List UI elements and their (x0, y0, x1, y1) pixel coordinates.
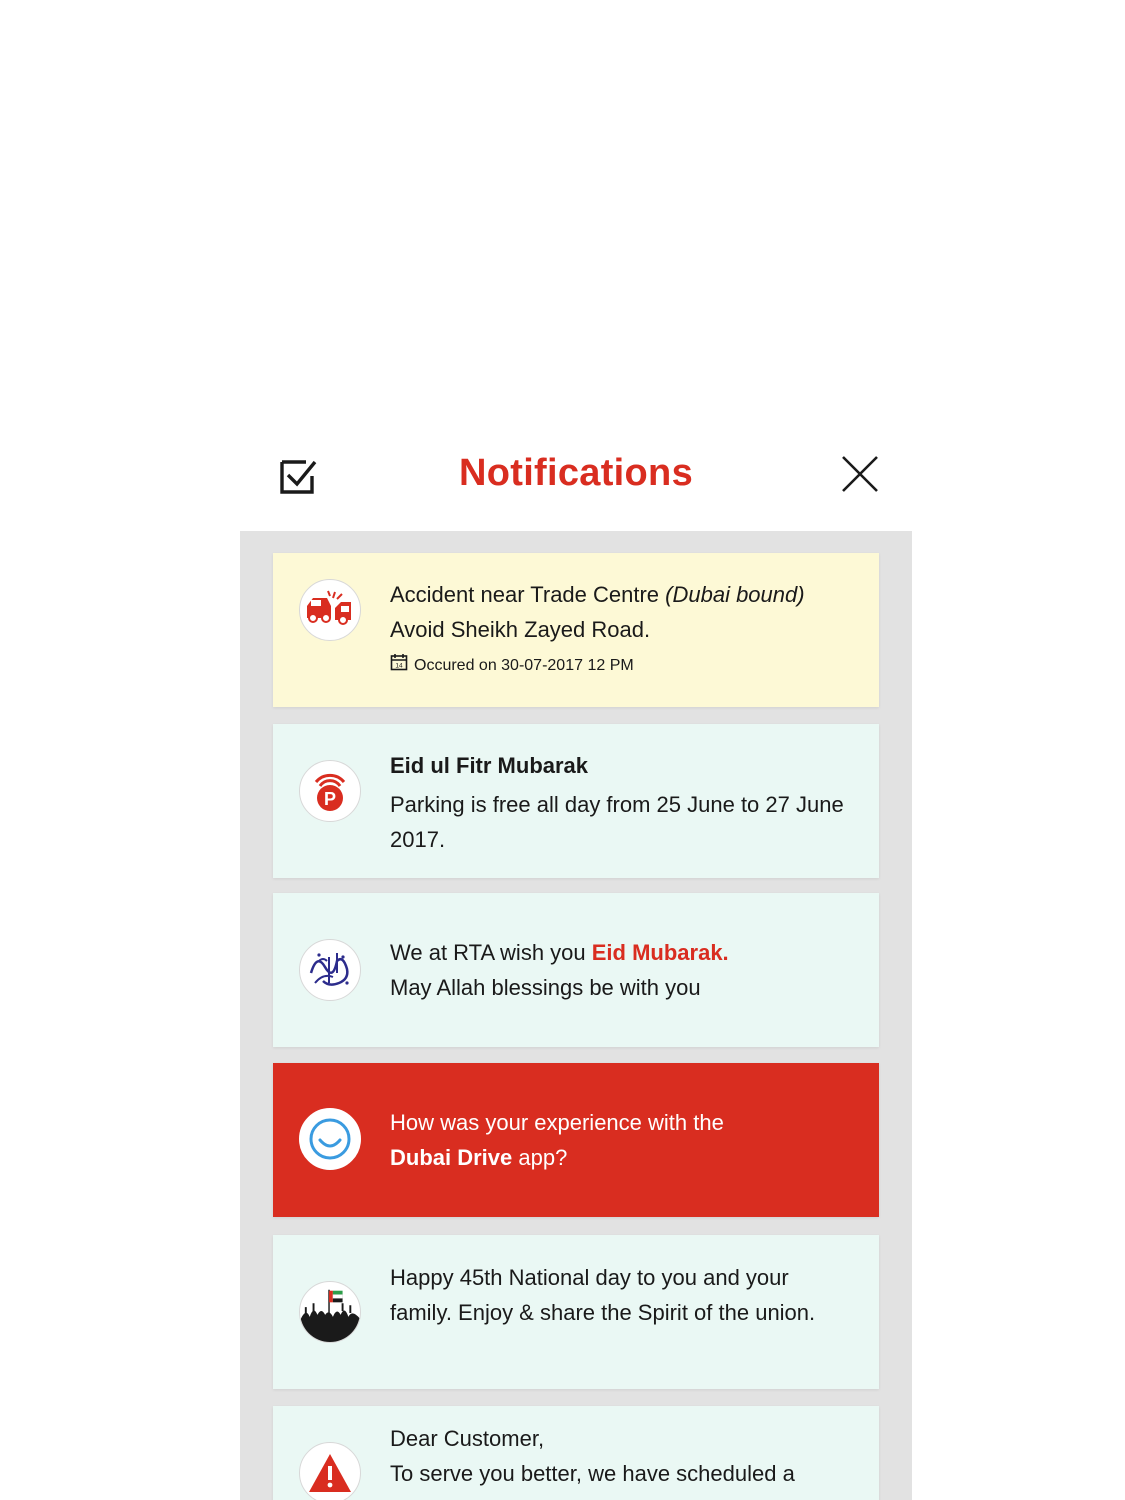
uae-flag-crowd-icon (299, 1281, 361, 1343)
calendar-icon: 14 (390, 653, 408, 678)
notification-line1: We at RTA wish you (390, 940, 592, 965)
notification-card-maintenance[interactable]: Dear Customer, To serve you better, we h… (273, 1406, 879, 1500)
svg-text:P: P (324, 789, 336, 809)
notification-line1: Accident near Trade Centre (390, 582, 666, 607)
car-accident-icon (299, 579, 361, 641)
notification-card-feedback[interactable]: How was your experience with the Dubai D… (273, 1063, 879, 1217)
notifications-list[interactable]: Accident near Trade Centre (Dubai bound)… (240, 531, 912, 1500)
notification-date-row: 14 Occured on 30-07-2017 12 PM (390, 653, 849, 678)
app-name: Dubai Drive (390, 1145, 513, 1170)
smiley-icon (299, 1108, 361, 1170)
notification-text: Happy 45th National day to you and your … (390, 1260, 849, 1330)
notifications-header: Notifications (240, 430, 912, 530)
notification-line2: To serve you better, we have scheduled a (390, 1461, 795, 1486)
notification-text: Accident near Trade Centre (Dubai bound)… (390, 577, 849, 678)
notification-text: We at RTA wish you Eid Mubarak. May Alla… (390, 935, 849, 1005)
notification-card-eid[interactable]: We at RTA wish you Eid Mubarak. May Alla… (273, 893, 879, 1047)
notification-line1: Dear Customer, (390, 1426, 545, 1451)
notification-body: Happy 45th National day to you and your … (390, 1265, 816, 1325)
notification-card-accident[interactable]: Accident near Trade Centre (Dubai bound)… (273, 553, 879, 707)
parking-icon: P (299, 760, 361, 822)
notification-line1: How was your experience with the (390, 1110, 724, 1135)
notification-line2: app? (512, 1145, 568, 1170)
svg-text:14: 14 (395, 663, 403, 670)
notification-text: Eid ul Fitr Mubarak Parking is free all … (390, 748, 849, 857)
notification-line2: Avoid Sheikh Zayed Road. (390, 617, 651, 642)
warning-icon (299, 1442, 361, 1500)
page-title: Notifications (458, 452, 693, 494)
close-icon[interactable] (840, 454, 880, 494)
notification-text: How was your experience with the Dubai D… (390, 1105, 849, 1175)
notification-text: Dear Customer, To serve you better, we h… (390, 1421, 849, 1491)
notifications-screen: Notifications Accident near Trade Centre… (0, 0, 1125, 1500)
notification-direction: (Dubai bound) (665, 582, 805, 607)
notification-line2: May Allah blessings be with you (390, 975, 701, 1000)
notification-highlight: Eid Mubarak. (591, 940, 729, 965)
notification-body: Parking is free all day from 25 June to … (390, 792, 844, 852)
notification-title: Eid ul Fitr Mubarak (390, 753, 589, 778)
eid-calligraphy-icon (299, 939, 361, 1001)
notification-card-national-day[interactable]: Happy 45th National day to you and your … (273, 1235, 879, 1389)
notification-date: Occured on 30-07-2017 12 PM (414, 656, 634, 674)
notification-card-parking[interactable]: P Eid ul Fitr Mubarak Parking is free al… (273, 724, 879, 878)
